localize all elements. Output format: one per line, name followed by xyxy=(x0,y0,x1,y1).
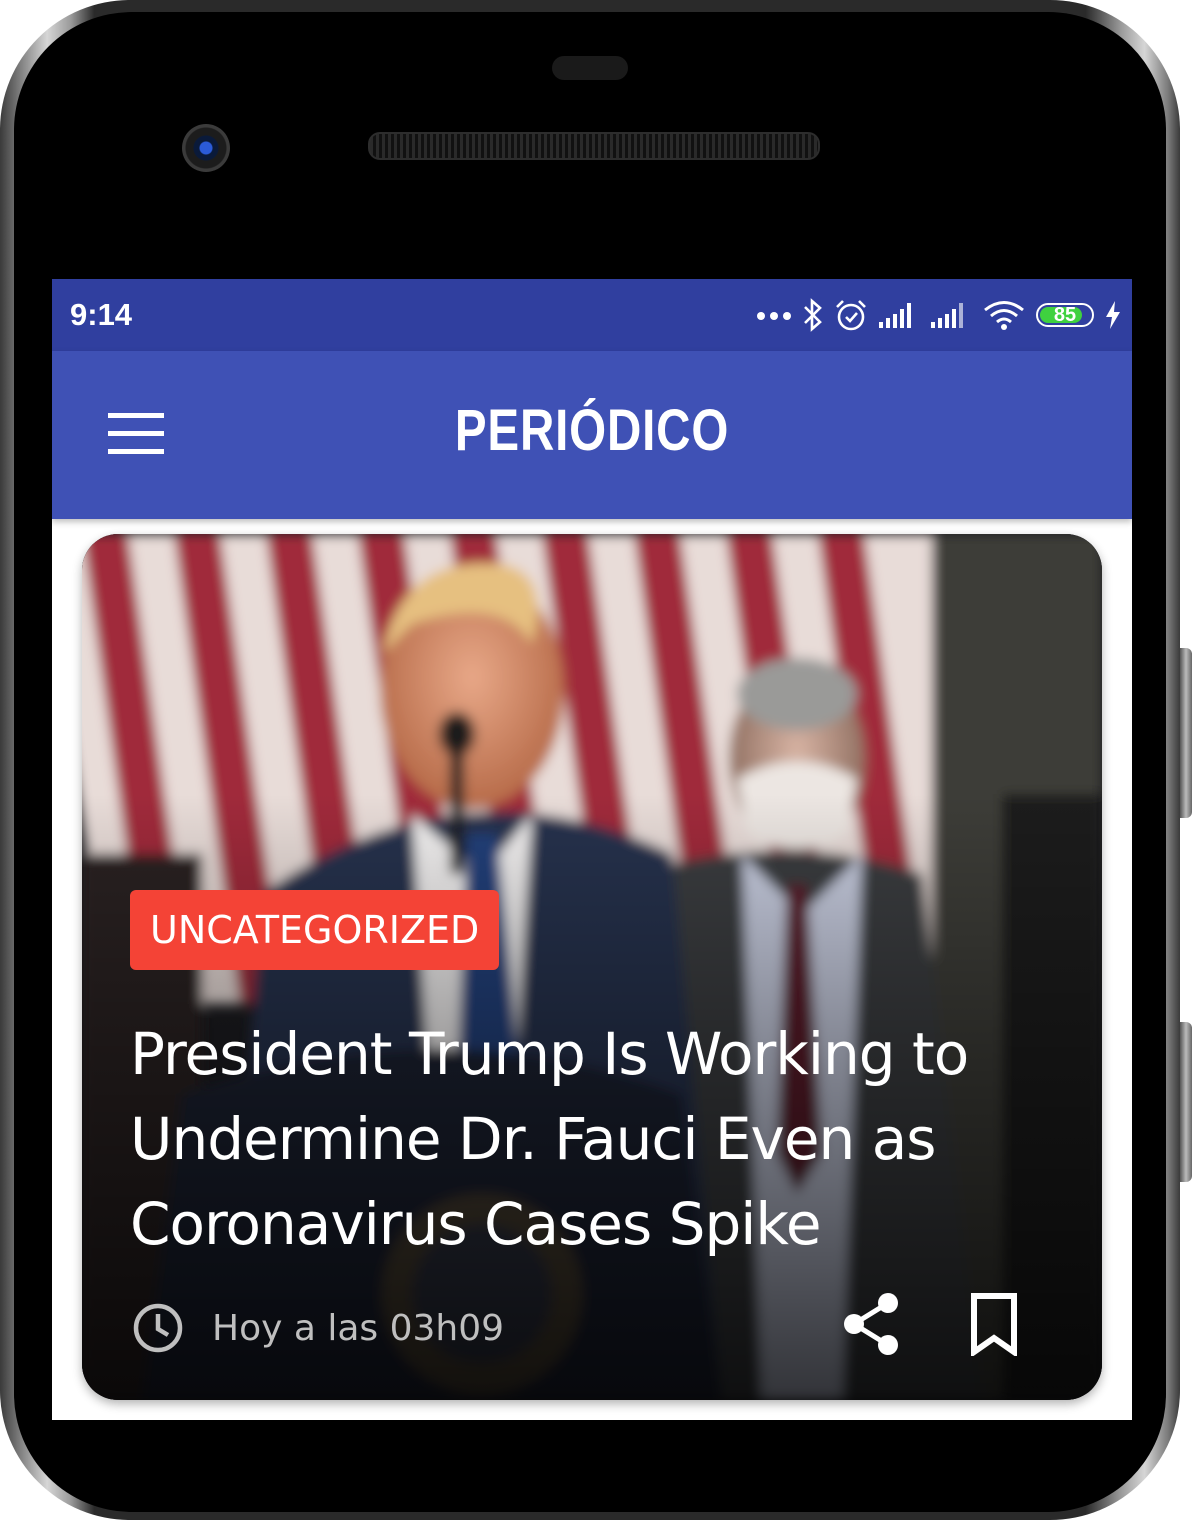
power-button xyxy=(1180,1022,1192,1182)
app-title: PERIÓDICO xyxy=(454,398,730,463)
top-earpiece xyxy=(552,56,628,80)
bluetooth-icon xyxy=(804,298,822,332)
status-time: 9:14 xyxy=(70,297,133,332)
article-time: Hoy a las 03h09 xyxy=(212,1307,505,1349)
charging-icon xyxy=(1106,301,1120,329)
signal-icon xyxy=(931,303,963,328)
category-badge[interactable]: UNCATEGORIZED xyxy=(130,890,500,970)
front-camera xyxy=(182,124,230,172)
bookmark-icon[interactable] xyxy=(966,1292,1022,1356)
article-meta: Hoy a las 03h09 xyxy=(132,1298,504,1358)
battery-icon: 85 xyxy=(1036,303,1094,327)
share-icon[interactable] xyxy=(840,1290,904,1358)
more-dots-icon xyxy=(757,312,791,320)
clock-icon xyxy=(133,1303,183,1353)
app-bar: PERIÓDICO xyxy=(52,351,1132,519)
screen: 9:14 85 PERIÓDICO UNCATEGORIZED Presiden… xyxy=(52,279,1132,1420)
status-bar: 9:14 85 xyxy=(52,279,1132,351)
speaker-grille xyxy=(368,132,820,160)
featured-article-card[interactable]: UNCATEGORIZED President Trump Is Working… xyxy=(82,534,1102,1400)
battery-level: 85 xyxy=(1053,304,1077,326)
alarm-icon xyxy=(836,300,866,331)
volume-button xyxy=(1180,648,1192,818)
status-icons: 85 xyxy=(756,295,1122,335)
signal-icon xyxy=(879,303,911,328)
article-headline[interactable]: President Trump Is Working to Undermine … xyxy=(130,1012,1070,1267)
wifi-icon xyxy=(984,301,1024,330)
